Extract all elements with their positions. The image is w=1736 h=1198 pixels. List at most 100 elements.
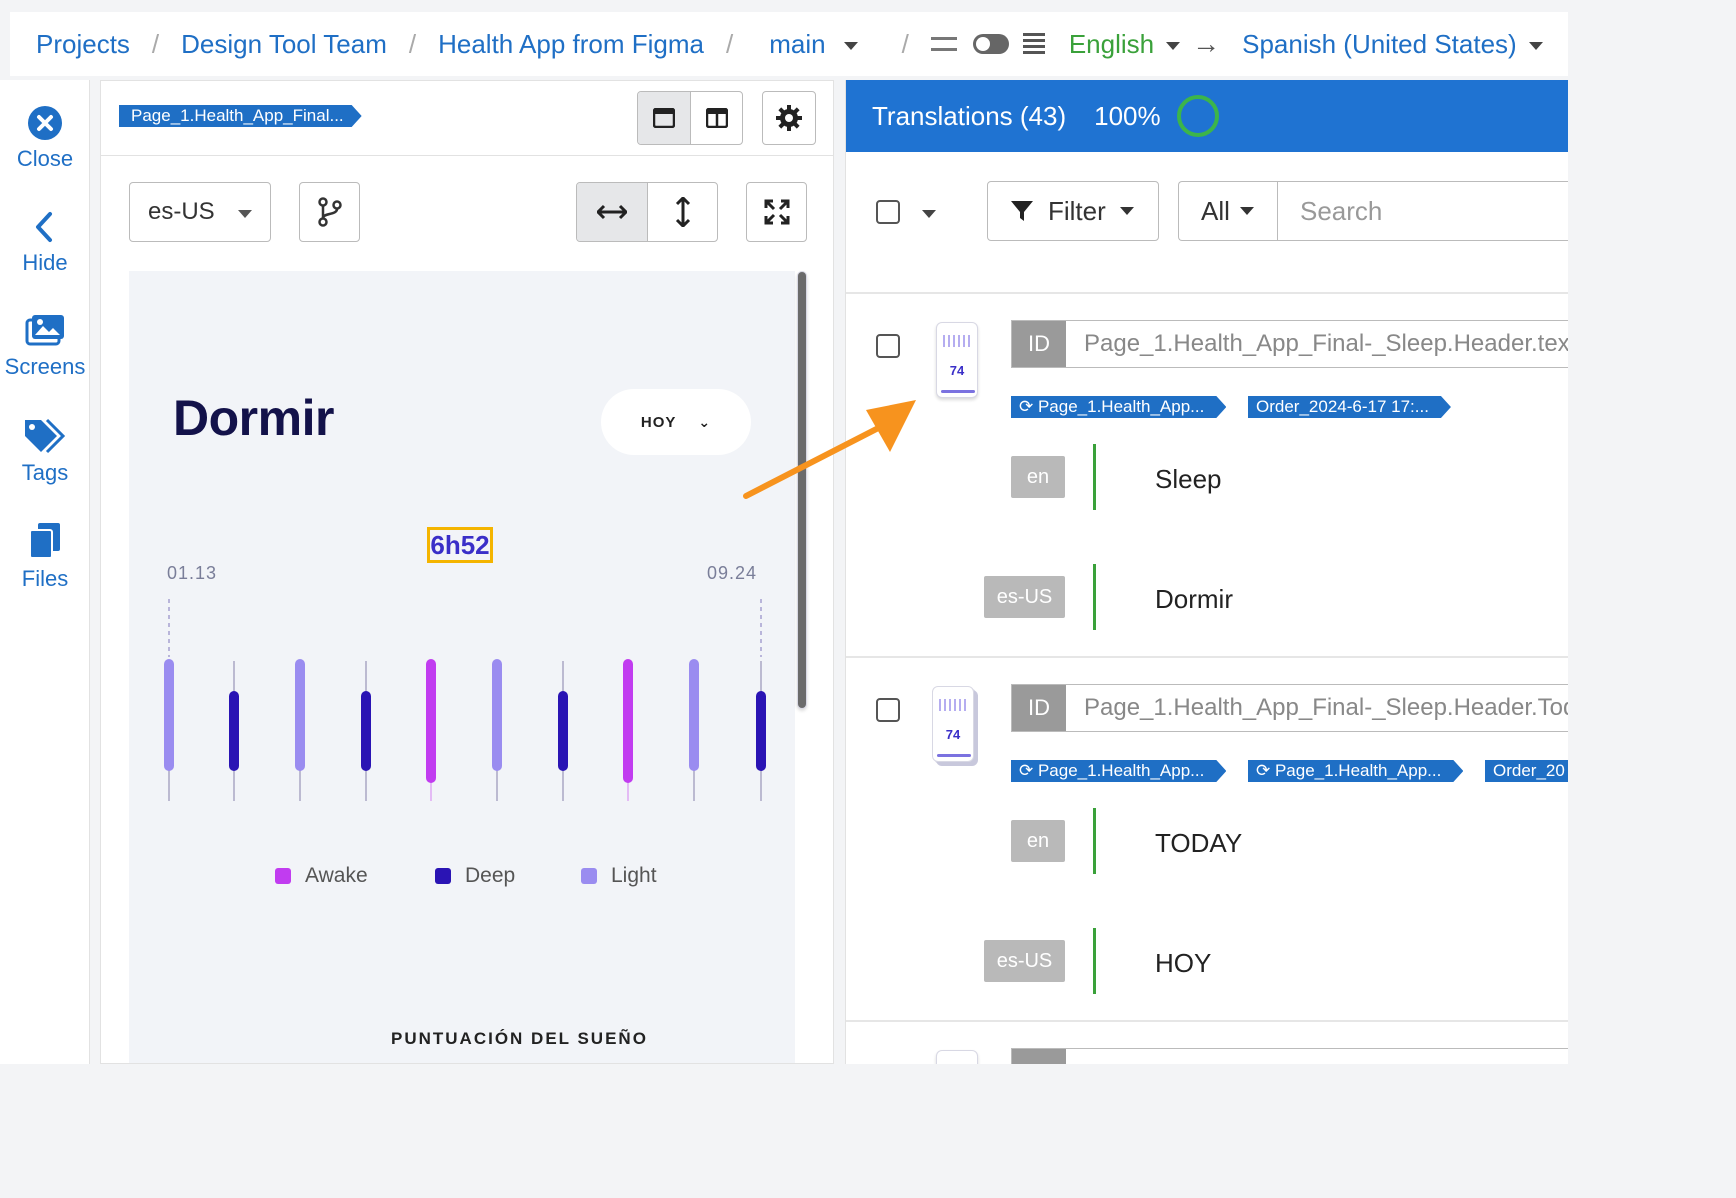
target-text[interactable]: HOY [1155, 948, 1211, 979]
layout-toggle-group [637, 91, 743, 145]
locale-label: es-US [148, 198, 215, 225]
file-tag[interactable]: Page_1.Health_App_Final... [119, 105, 362, 127]
filter-button[interactable]: Filter [987, 181, 1159, 241]
breadcrumb-projects[interactable]: Projects [36, 29, 130, 60]
legend-label: Deep [465, 864, 516, 887]
chevron-down-icon [238, 210, 252, 218]
search-input[interactable] [1277, 181, 1568, 241]
entry-checkbox[interactable] [876, 334, 900, 358]
target-bar [1093, 928, 1096, 994]
chevron-left-icon [36, 212, 52, 242]
fullscreen-button[interactable] [746, 182, 807, 242]
screen-title[interactable]: Dormir [173, 389, 334, 447]
id-label: ID [1012, 685, 1066, 731]
target-lang-badge: es-US [984, 940, 1065, 982]
translations-header: Translations (43) 100% [846, 80, 1568, 152]
settings-button-inner [763, 92, 815, 144]
legend-awake: Awake [275, 864, 368, 888]
tag-chip[interactable]: Order_20 [1485, 760, 1568, 782]
source-bar [1093, 444, 1096, 510]
close-button[interactable]: Close [0, 106, 90, 172]
source-bar [1093, 808, 1096, 874]
fit-width-button[interactable] [577, 183, 647, 241]
entry-divider [846, 1020, 1568, 1022]
branch-button-inner [300, 183, 359, 241]
tag-chip[interactable]: ⟳ Page_1.Health_App... [1011, 760, 1226, 782]
translations-count: Translations (43) [872, 100, 1067, 131]
images-icon [25, 315, 64, 346]
key-id-field[interactable]: ID Page_1.Health_App_Final-_Sleep.Header… [1011, 684, 1568, 732]
branch-button[interactable] [299, 182, 360, 242]
tags-button[interactable]: Tags [0, 418, 90, 486]
branch-select[interactable]: main [769, 28, 858, 60]
preview-panel: Page_1.Health_App_Final... es-US Dormir … [100, 80, 834, 1064]
files-button[interactable]: Files [0, 522, 90, 592]
target-text[interactable]: Dormir [1155, 584, 1233, 615]
equals-icon [930, 37, 957, 51]
breadcrumb-separator: / [901, 28, 909, 59]
tag-chip[interactable]: ⟳ Page_1.Health_App... [1248, 760, 1463, 782]
split-layout-button[interactable] [690, 92, 742, 144]
source-text: TODAY [1155, 828, 1243, 858]
arrow-right-icon: → [1192, 28, 1221, 59]
thumbnail-footer [941, 390, 975, 393]
key-id-field[interactable] [1011, 1048, 1568, 1064]
single-layout-button[interactable] [638, 92, 690, 144]
translation-entry: 74 ID Page_1.Health_App_Final-_Sleep.Hea… [846, 294, 1568, 656]
tag-chip[interactable]: ⟳ Page_1.Health_App... [1011, 396, 1226, 418]
screen-thumbnail-stack[interactable]: 74 [932, 686, 974, 762]
files-icon [29, 523, 60, 559]
screens-button[interactable]: Screens [0, 314, 90, 380]
progress-ring [1176, 95, 1219, 137]
source-lang-badge: en [1011, 456, 1065, 498]
settings-button[interactable] [762, 91, 816, 145]
source-language-label: English [1068, 28, 1155, 59]
sleep-score-label: PUNTUACIÓN DEL SUEÑO [391, 1029, 648, 1048]
chevron-down-icon [1239, 207, 1254, 215]
thumbnail-bars [939, 699, 969, 711]
fit-height-button[interactable] [647, 183, 717, 241]
chevron-down-icon [1119, 207, 1134, 215]
progress-percent: 100% [1094, 100, 1161, 131]
breadcrumb-team[interactable]: Design Tool Team [181, 29, 387, 60]
filter-icon [1011, 201, 1033, 221]
files-label: Files [21, 566, 69, 591]
breadcrumb-bar: Projects / Design Tool Team / Health App… [10, 12, 1568, 76]
breadcrumb-separator: / [151, 28, 160, 59]
key-id-field[interactable]: ID Page_1.Health_App_Final-_Sleep.Header… [1011, 320, 1568, 368]
entry-checkbox[interactable] [876, 698, 900, 722]
tag-chip[interactable]: Order_2024-6-17 17:... [1248, 396, 1451, 418]
chevron-down-icon [1528, 41, 1543, 50]
sleep-bar-deep [756, 691, 766, 771]
gear-icon [776, 105, 802, 131]
period-label: HOY [640, 413, 677, 431]
breadcrumb-project[interactable]: Health App from Figma [438, 29, 704, 60]
legend-light: Light [581, 864, 657, 888]
sleep-bar-deep [229, 691, 239, 771]
thumbnail-bars [943, 335, 973, 347]
legend-label: Light [611, 864, 657, 887]
screen-thumbnail[interactable] [936, 1050, 978, 1064]
source-language-select[interactable]: English [1068, 28, 1181, 60]
translation-entry: 74 ID Page_1.Health_App_Final-_Sleep.Hea… [846, 658, 1568, 1020]
tags-icon [25, 418, 66, 454]
arrows-horizontal-icon [597, 204, 627, 220]
select-all-dropdown[interactable] [922, 210, 936, 218]
left-rail: Close Hide Screens Tags Files [0, 80, 90, 1064]
chip-label: Page_1.Health_App... [1037, 397, 1205, 416]
view-toggle[interactable] [972, 34, 1009, 54]
legend-deep: Deep [435, 864, 515, 888]
target-language-select[interactable]: Spanish (United States) [1242, 29, 1543, 60]
chip-label: Page_1.Health_App... [1037, 761, 1205, 780]
target-bar [1093, 564, 1096, 630]
all-select[interactable]: All [1178, 181, 1278, 241]
period-pill[interactable]: HOY ⌄ [601, 389, 751, 455]
screen-thumbnail[interactable]: 74 [936, 322, 978, 398]
select-all-checkbox[interactable] [876, 200, 900, 224]
screen-canvas: Dormir HOY ⌄ 6h52 01.13 09.24 Awake Deep [129, 271, 795, 1063]
hide-button[interactable]: Hide [0, 210, 90, 276]
locale-select[interactable]: es-US [129, 182, 271, 242]
sleep-hours-highlight[interactable]: 6h52 [427, 527, 493, 563]
list-icon[interactable] [1022, 33, 1045, 55]
branch-label: main [769, 28, 826, 59]
